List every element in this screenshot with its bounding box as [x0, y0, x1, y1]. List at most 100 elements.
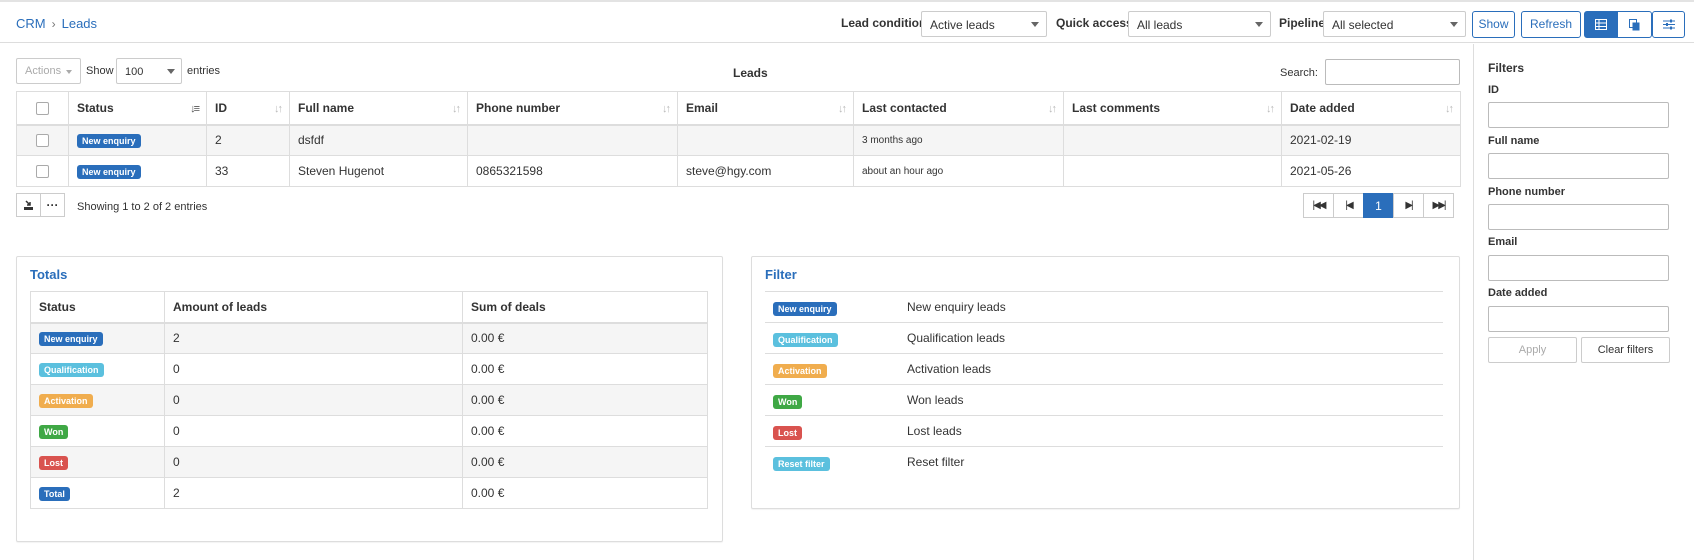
header-last-comments[interactable]: Last comments ↓↑	[1063, 91, 1282, 126]
row-select-cell	[16, 155, 69, 187]
page-1-button[interactable]: 1	[1363, 193, 1394, 218]
header-email[interactable]: Email ↓↑	[677, 91, 854, 126]
totals-header-status: Status	[30, 291, 165, 324]
filter-text[interactable]: Activation leads	[907, 362, 991, 376]
search-input[interactable]	[1325, 59, 1460, 85]
header-phone-label: Phone number	[476, 100, 561, 115]
header-last-contacted-label: Last contacted	[862, 100, 947, 115]
top-bar: CRM › Leads Lead condition Active leads Qu…	[0, 0, 1694, 43]
breadcrumb-separator-icon: ›	[51, 17, 56, 31]
export-button[interactable]	[16, 193, 41, 217]
filter-text[interactable]: New enquiry leads	[907, 300, 1006, 314]
entries-value: 100	[125, 66, 144, 78]
more-button[interactable]: ···	[40, 193, 65, 217]
filter-badge: Activation	[773, 364, 827, 378]
last-page-button[interactable]: ▶▶|	[1423, 193, 1454, 218]
view-toggle-group	[1584, 11, 1652, 38]
lead-condition-select[interactable]: Active leads	[921, 11, 1047, 37]
filter-text[interactable]: Won leads	[907, 393, 963, 407]
header-full-name[interactable]: Full name ↓↑	[289, 91, 468, 126]
sort-desc-icon: ↓≡	[190, 103, 200, 115]
table-row: New enquiry 2 0.00 €	[30, 322, 708, 354]
status-badge: New enquiry	[77, 133, 141, 148]
row-select-cell	[16, 124, 69, 156]
first-page-button[interactable]: |◀◀	[1303, 193, 1334, 218]
table-title: Leads	[733, 66, 768, 80]
chevron-down-icon	[167, 69, 175, 74]
name-cell: dsfdf	[289, 124, 468, 156]
last-comments-cell	[1063, 124, 1282, 156]
totals-status-cell: Total	[30, 477, 165, 509]
totals-sum-cell: 0.00 €	[462, 353, 708, 385]
breadcrumb-leads[interactable]: Leads	[62, 16, 97, 31]
status-badge: Won	[39, 424, 69, 439]
totals-amount-cell: 0	[164, 353, 463, 385]
list-item[interactable]: Reset filter Reset filter	[765, 446, 1443, 477]
filter-text[interactable]: Qualification leads	[907, 331, 1005, 345]
status-badge: New enquiry	[39, 331, 103, 346]
breadcrumb: CRM › Leads	[16, 16, 97, 31]
header-date-added[interactable]: Date added ↓↑	[1281, 91, 1461, 126]
date-added-filter-input[interactable]	[1488, 306, 1669, 332]
entries-label: entries	[187, 65, 221, 77]
show-button[interactable]: Show	[1472, 11, 1515, 38]
ellipsis-icon: ···	[46, 198, 59, 212]
full-name-filter-input[interactable]	[1488, 153, 1669, 179]
sort-icon: ↓↑	[1445, 103, 1454, 115]
prev-page-button[interactable]: |◀	[1333, 193, 1364, 218]
list-item[interactable]: Qualification Qualification leads	[765, 322, 1443, 353]
totals-sum-cell: 0.00 €	[462, 384, 708, 416]
quick-access-select[interactable]: All leads	[1128, 11, 1271, 37]
totals-amount-cell: 0	[164, 415, 463, 447]
list-item[interactable]: Activation Activation leads	[765, 353, 1443, 384]
prev-page-icon: |◀	[1345, 200, 1353, 211]
sort-icon: ↓↑	[1048, 103, 1057, 115]
filter-text[interactable]: Lost leads	[907, 424, 962, 438]
row-checkbox[interactable]	[36, 134, 49, 148]
entries-select[interactable]: 100	[116, 58, 182, 84]
totals-title: Totals	[30, 267, 68, 282]
clear-filters-button[interactable]: Clear filters	[1581, 337, 1670, 363]
totals-status-cell: Lost	[30, 446, 165, 478]
header-last-contacted[interactable]: Last contacted ↓↑	[853, 91, 1064, 126]
chevron-down-icon	[1255, 22, 1263, 27]
totals-status-cell: Qualification	[30, 353, 165, 385]
list-item[interactable]: Lost Lost leads	[765, 415, 1443, 446]
email-filter-input[interactable]	[1488, 255, 1669, 281]
header-status[interactable]: Status ↓≡	[68, 91, 207, 126]
settings-button[interactable]	[1652, 11, 1685, 38]
pipeline-value: All selected	[1332, 18, 1394, 32]
table-row[interactable]: New enquiry 2 dsfdf 3 months ago 2021-02…	[16, 124, 1461, 156]
table-view-button[interactable]	[1584, 11, 1618, 38]
leads-table: Status ↓≡ ID ↓↑ Full name ↓↑ Phone number ↓↑…	[16, 91, 1461, 187]
refresh-button[interactable]: Refresh	[1521, 11, 1581, 38]
totals-amount-cell: 0	[164, 446, 463, 478]
table-row: Total 2 0.00 €	[30, 477, 708, 509]
filter-panel: Filter New enquiry New enquiry leads Qua…	[751, 256, 1460, 509]
filter-text[interactable]: Reset filter	[907, 455, 964, 469]
table-view-icon	[1595, 19, 1607, 30]
list-item[interactable]: New enquiry New enquiry leads	[765, 291, 1443, 322]
phone-filter-input[interactable]	[1488, 204, 1669, 230]
actions-dropdown[interactable]: Actions	[16, 58, 81, 84]
date-added-cell: 2021-05-26	[1281, 155, 1461, 187]
export-icon	[24, 199, 33, 210]
list-item[interactable]: Won Won leads	[765, 384, 1443, 415]
next-page-icon: ▶|	[1405, 200, 1413, 211]
copy-view-button[interactable]	[1618, 11, 1652, 38]
breadcrumb-crm[interactable]: CRM	[16, 16, 46, 31]
copy-icon	[1629, 18, 1640, 30]
select-all-checkbox[interactable]	[36, 101, 49, 115]
apply-button[interactable]: Apply	[1488, 337, 1577, 363]
pipeline-select[interactable]: All selected	[1323, 11, 1466, 37]
last-comments-cell	[1063, 155, 1282, 187]
name-cell: Steven Hugenot	[289, 155, 468, 187]
id-filter-input[interactable]	[1488, 102, 1669, 128]
table-row[interactable]: New enquiry 33 Steven Hugenot 0865321598…	[16, 155, 1461, 187]
next-page-button[interactable]: ▶|	[1393, 193, 1424, 218]
row-checkbox[interactable]	[36, 165, 49, 179]
header-last-comments-label: Last comments	[1072, 100, 1161, 115]
header-phone[interactable]: Phone number ↓↑	[467, 91, 678, 126]
last-page-icon: ▶▶|	[1432, 200, 1447, 211]
header-id[interactable]: ID ↓↑	[206, 91, 290, 126]
